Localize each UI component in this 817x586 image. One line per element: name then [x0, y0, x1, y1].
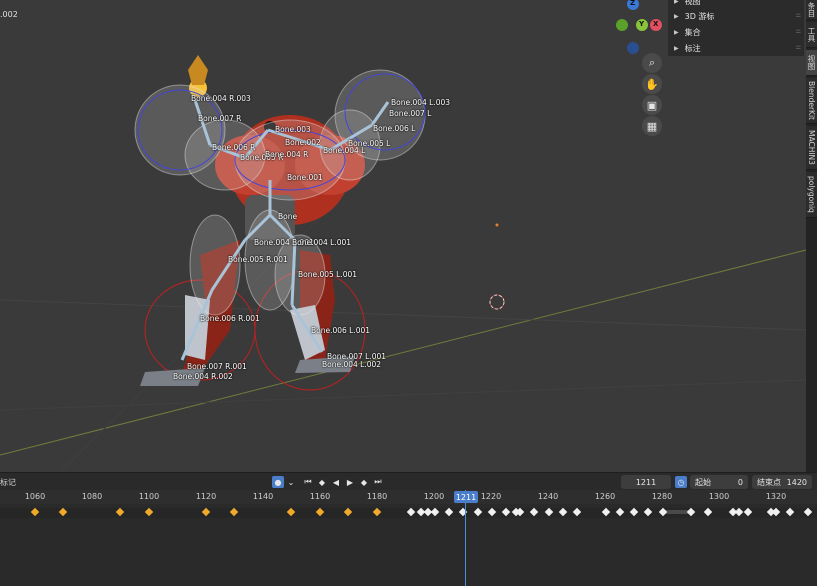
expand-arrow-icon: ▶: [674, 12, 679, 20]
frame-tick: 1180: [366, 492, 388, 501]
tab-blenderkit[interactable]: BlenderKit: [806, 78, 817, 124]
bone-label: Bone: [278, 212, 298, 221]
frame-tick: 1200: [423, 492, 445, 501]
panel-collections[interactable]: ▶ 集合: [674, 25, 701, 39]
end-frame-field[interactable]: 结束点 1420: [752, 475, 812, 489]
bone-label: Bone.006 R: [212, 143, 256, 152]
origin-dot: [495, 223, 499, 227]
grid-line: [0, 379, 806, 411]
frame-ruler[interactable]: 1060 1080 1100 1120 1140 1160 1180 1200 …: [0, 490, 817, 504]
bone-label: Bone.004 L.002: [322, 360, 382, 369]
frame-tick: 1120: [195, 492, 217, 501]
play-button[interactable]: ▶: [344, 476, 356, 488]
sidebar-panel: ▶ 视图 ▶ 3D 游标 :::: ▶ 集合 :::: ▶ 标注 ::::: [668, 0, 804, 56]
drag-handle-icon[interactable]: ::::: [796, 44, 801, 51]
tab-polygoniq[interactable]: polygoniq: [806, 172, 817, 218]
panel-annotations[interactable]: ▶ 标注: [674, 41, 701, 55]
zoom-icon[interactable]: ⌕: [642, 53, 662, 73]
gizmo-y-axis[interactable]: Y: [636, 19, 648, 31]
frame-tick: 1280: [651, 492, 673, 501]
bone-label: Bone.005 L.001: [298, 270, 358, 279]
bone-label: Bone.006 L.001: [311, 326, 371, 335]
panel-view[interactable]: ▶ 视图: [674, 0, 701, 8]
frame-tick: 1080: [81, 492, 103, 501]
frame-tick: 1300: [708, 492, 730, 501]
bone-label: Bone.007 R: [198, 114, 242, 123]
bone-label: Bone.001: [287, 173, 323, 182]
jump-end-button[interactable]: ⏭: [372, 476, 384, 488]
bone-label: Bone.002: [285, 138, 321, 147]
start-frame-field[interactable]: 起始 0: [690, 475, 748, 489]
bone-label: Bone.004 R.003: [191, 94, 251, 103]
expand-arrow-icon: ▶: [674, 44, 679, 52]
tab-item[interactable]: 条目: [806, 0, 817, 20]
bone-label: Bone.006 L: [373, 124, 416, 133]
frame-tick: 1260: [594, 492, 616, 501]
record-button[interactable]: ●: [272, 476, 284, 488]
playhead-line[interactable]: [465, 490, 466, 586]
bone-label: Bone.005 R.001: [228, 255, 288, 264]
gizmo-x-axis[interactable]: X: [650, 19, 662, 31]
bone-label: Bone.007 R.001: [187, 362, 247, 371]
frame-tick: 1220: [480, 492, 502, 501]
bone-label: Bone.004 L.001: [292, 238, 352, 247]
bone-label: Bone.007 L: [389, 109, 432, 118]
gizmo-y-neg-axis[interactable]: [616, 19, 628, 31]
bone-label: Bone.004 R.002: [173, 372, 233, 381]
tab-view[interactable]: 视图: [806, 50, 817, 76]
panel-3d-cursor[interactable]: ▶ 3D 游标: [674, 9, 714, 23]
grid-view-icon[interactable]: ▦: [642, 116, 662, 136]
frame-tick: 1240: [537, 492, 559, 501]
hand-pan-icon[interactable]: ✋: [642, 74, 662, 94]
gizmo-z-neg-axis[interactable]: [627, 42, 639, 54]
sidebar-tabs: 条目 工具 视图 BlenderKit MACHIN3 polygoniq: [806, 0, 817, 472]
bone-label: Bone.004 R: [265, 150, 309, 159]
prev-keyframe-button[interactable]: ◆: [316, 476, 328, 488]
expand-arrow-icon: ▶: [674, 28, 679, 36]
object-name: .002: [0, 10, 18, 19]
scene-canvas[interactable]: [0, 0, 806, 472]
camera-icon[interactable]: ▣: [642, 95, 662, 115]
clock-icon[interactable]: ◷: [675, 476, 687, 488]
next-keyframe-button[interactable]: ◆: [358, 476, 370, 488]
tab-tool[interactable]: 工具: [806, 22, 817, 48]
bone-shapes: [134, 69, 426, 316]
jump-start-button[interactable]: ⏮: [302, 476, 314, 488]
markers-menu[interactable]: 标记: [0, 477, 16, 488]
play-reverse-button[interactable]: ◀: [330, 476, 342, 488]
x-axis-line: [0, 249, 806, 456]
current-frame-field[interactable]: 1211: [621, 475, 671, 489]
timeline-header: 标记 ● ⌄ ⏮ ◆ ◀ ▶ ◆ ⏭ 1211 ◷ 起始 0 结束点 1420: [0, 472, 817, 490]
drag-handle-icon[interactable]: ::::: [796, 12, 801, 19]
tab-machin3[interactable]: MACHIN3: [806, 126, 817, 170]
drag-handle-icon[interactable]: ::::: [796, 28, 801, 35]
expand-arrow-icon: ▶: [674, 0, 679, 5]
chevron-down-icon[interactable]: ⌄: [285, 476, 297, 488]
frame-tick: 1100: [138, 492, 160, 501]
bone-label: Bone.004 L: [323, 146, 366, 155]
bone-label: Bone.004 L.003: [391, 98, 451, 107]
grid-line: [0, 299, 806, 331]
3d-viewport[interactable]: .002 Bone.004 R.003 Bone.007 R Bone.006 …: [0, 0, 806, 472]
frame-tick: 1160: [309, 492, 331, 501]
playhead[interactable]: 1211: [454, 491, 478, 503]
bone-label: Bone.006 R.001: [200, 314, 260, 323]
bone-label: Bone.003: [275, 125, 311, 134]
keyframe-area[interactable]: [0, 504, 817, 586]
frame-tick: 1060: [24, 492, 46, 501]
frame-tick: 1320: [765, 492, 787, 501]
frame-tick: 1140: [252, 492, 274, 501]
